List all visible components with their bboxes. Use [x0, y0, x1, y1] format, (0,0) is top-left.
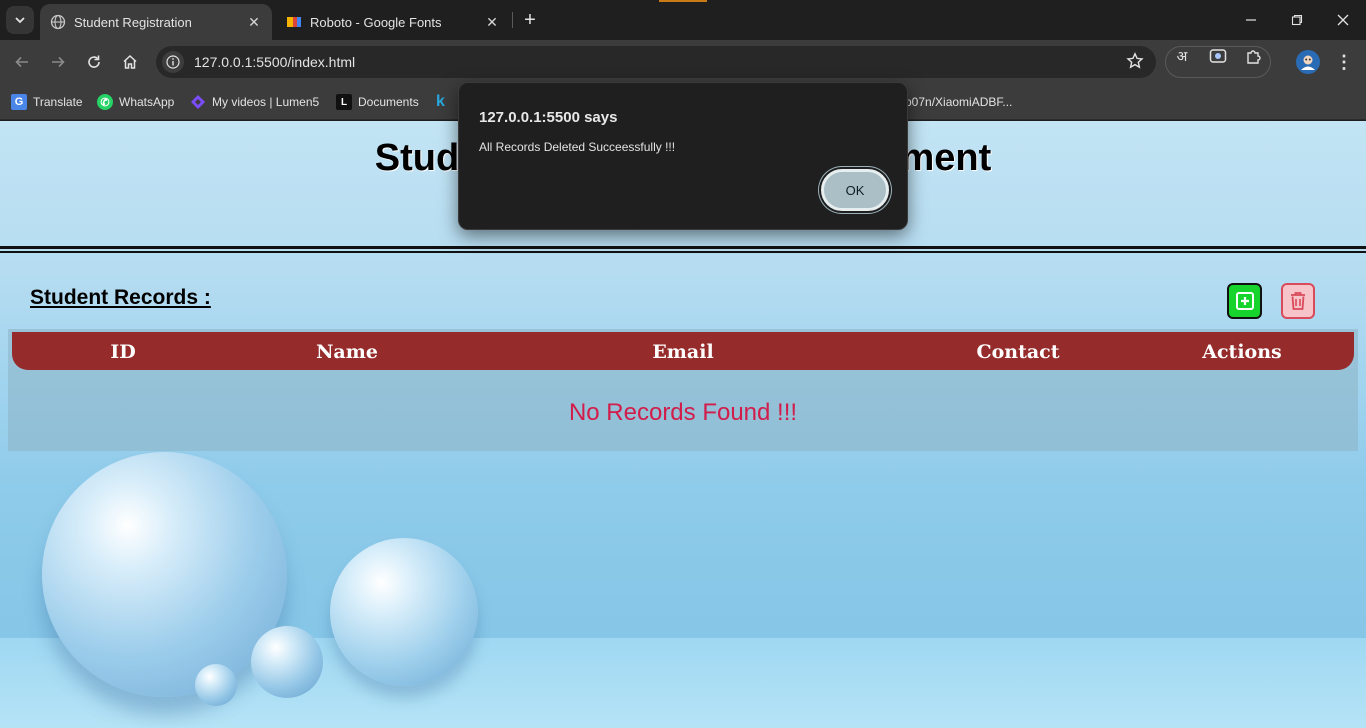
home-icon: [123, 54, 137, 69]
tab-strip-indicator: [659, 0, 707, 2]
back-button[interactable]: [9, 49, 35, 75]
plus-square-icon: [1235, 292, 1254, 310]
alert-ok-button[interactable]: OK: [821, 169, 889, 211]
alert-dialog: 127.0.0.1:5500 says All Records Deleted …: [458, 82, 908, 230]
translate-icon: G: [11, 94, 27, 110]
close-icon: [1337, 14, 1349, 26]
url-text[interactable]: 127.0.0.1:5500/index.html: [194, 54, 355, 70]
background-sphere: [251, 626, 323, 698]
address-bar[interactable]: 127.0.0.1:5500/index.html: [156, 46, 1156, 78]
tab-separator: [512, 12, 513, 28]
alert-title: 127.0.0.1:5500 says: [479, 109, 618, 126]
restore-button[interactable]: [1274, 0, 1320, 40]
column-header-actions: Actions: [1202, 341, 1282, 363]
bookmark-lumen5[interactable]: My videos | Lumen5: [190, 92, 319, 112]
column-header-contact: Contact: [976, 341, 1060, 363]
bookmark-documents[interactable]: L Documents: [336, 92, 419, 112]
background-sphere: [330, 538, 478, 686]
tab-title: Roboto - Google Fonts: [310, 14, 442, 30]
profile-avatar[interactable]: [1296, 50, 1320, 74]
chevron-down-icon: [15, 17, 25, 24]
records-table: ID Name Email Contact Actions No Records…: [8, 329, 1358, 451]
empty-state-message: No Records Found !!!: [568, 399, 798, 426]
trash-icon: [1291, 292, 1305, 310]
forward-button[interactable]: [45, 49, 71, 75]
bookmark-label: Documents: [358, 95, 419, 109]
documents-icon: L: [336, 94, 352, 110]
globe-icon: [50, 14, 66, 30]
tab-student-registration[interactable]: Student Registration ✕: [40, 4, 272, 40]
column-header-name: Name: [316, 341, 378, 363]
arrow-right-icon: [52, 56, 65, 68]
hindi-input-icon[interactable]: अ: [1173, 47, 1191, 65]
browser-menu-icon[interactable]: ⋮: [1334, 51, 1354, 73]
bookmark-star-icon[interactable]: [1126, 52, 1144, 75]
tab-title: Student Registration: [74, 14, 192, 30]
minimize-icon: [1246, 19, 1256, 21]
minimize-button[interactable]: [1228, 0, 1274, 40]
bookmark-translate[interactable]: G Translate: [11, 92, 83, 112]
bookmark-xiaomi[interactable]: p07n/XiaomiADBF...: [905, 92, 1012, 112]
home-button[interactable]: [117, 49, 143, 75]
alert-message: All Records Deleted Succeessfully !!!: [479, 140, 676, 154]
restore-icon: [1291, 14, 1303, 26]
records-heading: Student Records :: [30, 286, 211, 309]
close-window-button[interactable]: [1320, 0, 1366, 40]
bookmark-label: My videos | Lumen5: [212, 95, 320, 109]
browser-toolbar: 127.0.0.1:5500/index.html अ ⋮: [0, 40, 1366, 84]
bookmark-k[interactable]: k: [436, 92, 445, 112]
google-fonts-icon: [286, 14, 302, 30]
lumen5-icon: [190, 94, 206, 110]
background-sphere: [195, 664, 237, 706]
tab-close-icon[interactable]: ✕: [244, 12, 264, 32]
column-header-email: Email: [652, 341, 714, 363]
extensions-puzzle-icon[interactable]: [1245, 47, 1263, 65]
screen-capture-icon[interactable]: [1209, 47, 1227, 65]
tab-strip: Student Registration ✕ Roboto - Google F…: [0, 0, 1366, 40]
tab-google-fonts[interactable]: Roboto - Google Fonts ✕: [276, 4, 510, 40]
tab-search-button[interactable]: [6, 6, 34, 34]
site-info-icon[interactable]: [162, 51, 184, 73]
new-tab-button[interactable]: +: [518, 8, 542, 32]
add-record-button[interactable]: [1227, 283, 1262, 319]
reload-button[interactable]: [81, 49, 107, 75]
k-icon: k: [436, 93, 445, 110]
bookmark-label: p07n/XiaomiADBF...: [905, 95, 1013, 109]
bookmark-whatsapp[interactable]: ✆ WhatsApp: [97, 92, 174, 112]
reload-icon: [88, 55, 100, 68]
header-divider: [0, 246, 1366, 249]
tab-close-icon[interactable]: ✕: [482, 12, 502, 32]
delete-all-button[interactable]: [1281, 283, 1315, 319]
header-divider: [0, 251, 1366, 253]
bookmark-label: WhatsApp: [119, 95, 175, 109]
whatsapp-icon: ✆: [97, 94, 113, 110]
bookmark-label: Translate: [33, 95, 83, 109]
table-header: ID Name Email Contact Actions: [12, 332, 1354, 370]
arrow-left-icon: [15, 56, 28, 68]
column-header-id: ID: [110, 341, 136, 363]
